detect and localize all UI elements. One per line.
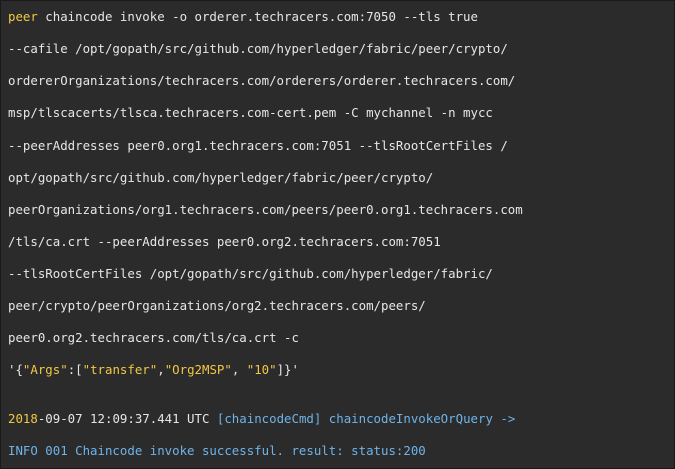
command-line-4: msp/tlscacerts/tlsca.techracers.com-cert… [8,105,493,120]
command-line-1: peer chaincode invoke -o orderer.techrac… [8,9,478,25]
terminal-window[interactable]: peer chaincode invoke -o orderer.techrac… [0,0,675,469]
command-line-6: opt/gopath/src/github.com/hyperledger/fa… [8,170,434,185]
args-key: "Args" [22,362,68,377]
output-result-line: INFO 001 Chaincode invoke successful. re… [8,443,426,458]
command-line-9: --tlsRootCertFiles /opt/gopath/src/githu… [8,266,493,281]
command-line-7: peerOrganizations/org1.techracers.com/pe… [8,202,523,217]
args-comma-2: , [231,362,247,377]
command-line-2: --cafile /opt/gopath/src/github.com/hype… [8,41,508,56]
command-keyword: peer [8,9,38,24]
args-comma-1: , [157,362,165,377]
command-line-3: ordererOrganizations/techracers.com/orde… [8,73,516,88]
output-year: 2018 [8,411,38,426]
command-line-5: --peerAddresses peer0.org1.techracers.co… [8,138,508,153]
output-module: [chaincodeCmd] chaincodeInvokeOrQuery -> [216,411,516,426]
command-line-10: peer/crypto/peerOrganizations/org2.techr… [8,298,426,313]
output-timestamp: -09-07 12:09:37.441 UTC [37,411,217,426]
output-log-line: 2018-09-07 12:09:37.441 UTC [chaincodeCm… [8,411,515,427]
args-colon-bracket: :[ [67,362,83,377]
command-args-line: '{"Args":["transfer","Org2MSP", "10"]}' [8,362,299,378]
args-close: ]}' [276,362,299,377]
arg-amount: "10" [246,362,277,377]
command-line-1-text: chaincode invoke -o orderer.techracers.c… [37,9,478,24]
command-line-8: /tls/ca.crt --peerAddresses peer0.org2.t… [8,234,441,249]
arg-transfer: "transfer" [82,362,158,377]
arg-org2msp: "Org2MSP" [164,362,232,377]
args-open: '{ [8,362,23,377]
command-line-11: peer0.org2.techracers.com/tls/ca.crt -c [8,330,299,345]
